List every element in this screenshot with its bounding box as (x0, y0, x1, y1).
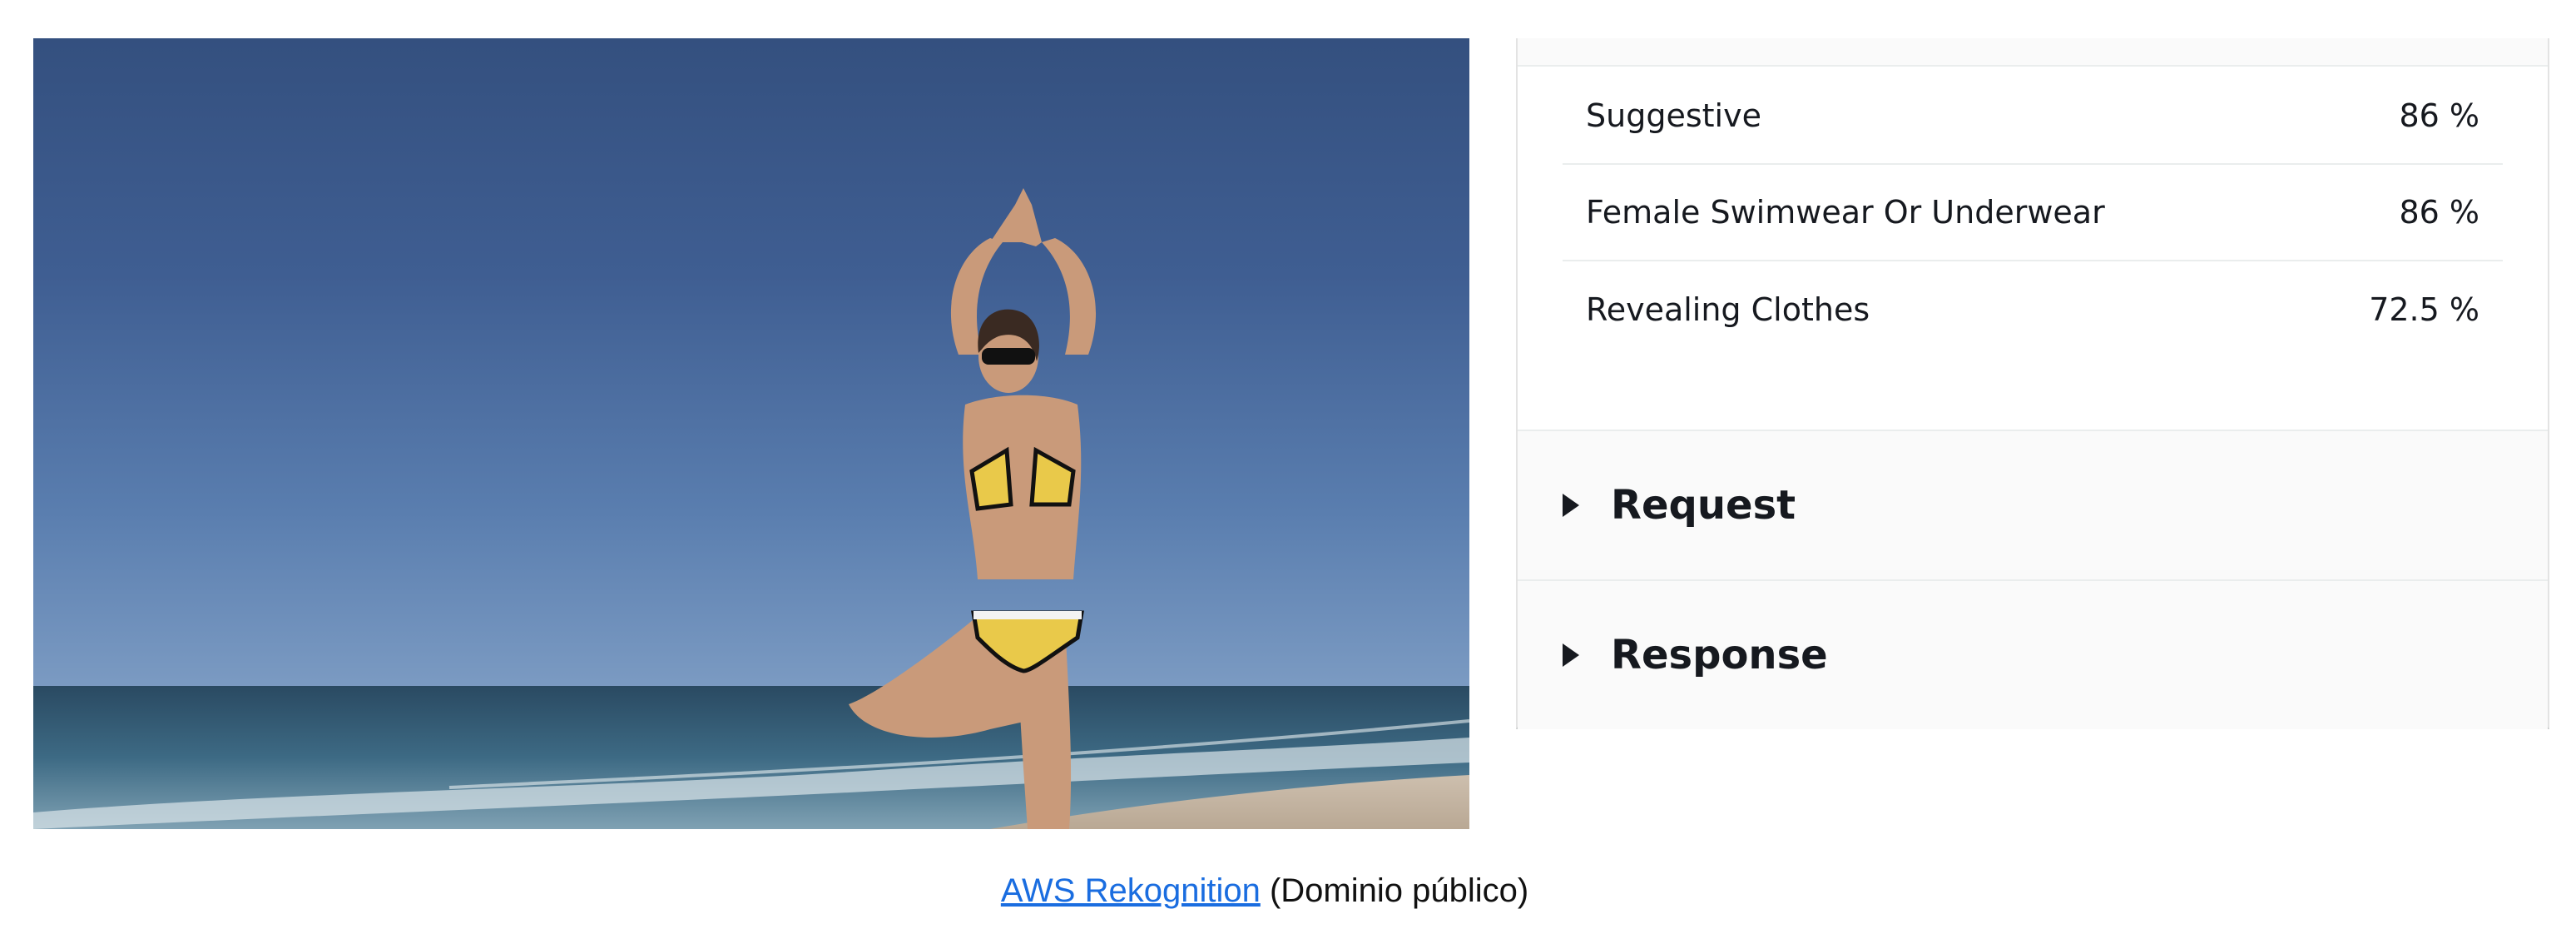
aws-rekognition-link[interactable]: AWS Rekognition (1001, 872, 1261, 909)
label-confidence: 86 % (2399, 97, 2479, 134)
request-expander[interactable]: Request (1518, 430, 2548, 579)
panel-top-strip (1518, 38, 2548, 67)
label-name: Revealing Clothes (1586, 291, 1870, 328)
label-row-suggestive: Suggestive 86 % (1563, 68, 2503, 165)
label-confidence: 72.5 % (2369, 291, 2479, 328)
caption-suffix: (Dominio público) (1260, 872, 1529, 909)
caret-right-icon (1563, 643, 1579, 667)
response-title: Response (1611, 632, 1828, 678)
label-name: Suggestive (1586, 97, 1761, 134)
analyzed-photo (33, 38, 1469, 829)
beach-photo-illustration (33, 188, 1469, 829)
request-title: Request (1611, 482, 1796, 529)
moderation-labels-list: Suggestive 86 % Female Swimwear Or Under… (1563, 68, 2503, 358)
image-caption: AWS Rekognition (Dominio público) (0, 872, 2529, 910)
label-confidence: 86 % (2399, 194, 2479, 231)
label-row-female-swimwear: Female Swimwear Or Underwear 86 % (1563, 165, 2503, 261)
moderation-results-panel: Suggestive 86 % Female Swimwear Or Under… (1516, 38, 2549, 729)
response-expander[interactable]: Response (1518, 579, 2548, 729)
label-row-revealing-clothes: Revealing Clothes 72.5 % (1563, 261, 2503, 358)
caret-right-icon (1563, 494, 1579, 517)
label-name: Female Swimwear Or Underwear (1586, 194, 2105, 231)
